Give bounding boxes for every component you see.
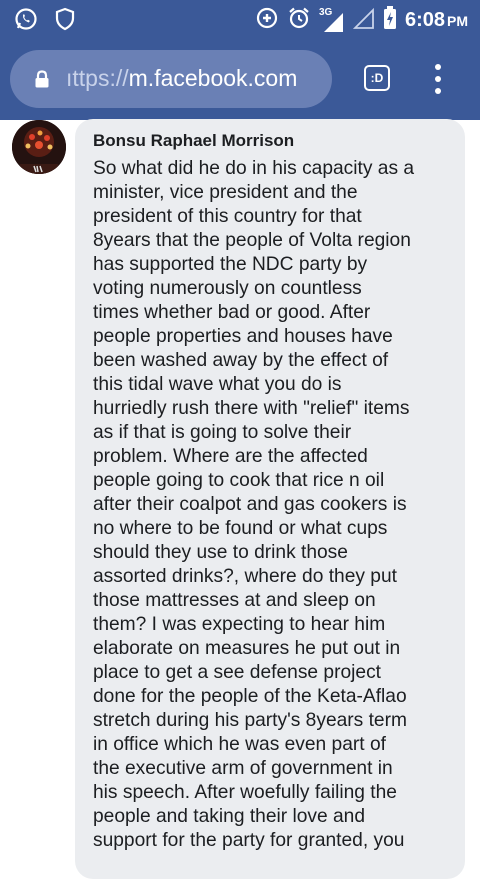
comment-line: done for the people of the Keta-Aflao [93, 686, 407, 707]
comment-line: hurriedly rush there with "relief" items [93, 398, 410, 419]
shield-icon [54, 7, 76, 36]
comment-line: no where to be found or what cups [93, 518, 388, 539]
url-bar[interactable]: ıttps://m.facebook.com [10, 50, 332, 108]
comment-line: times whether bad or good. After [93, 302, 371, 323]
comment-line: assorted drinks?, where do they put [93, 566, 397, 587]
url-host: m.facebook.com [128, 65, 298, 91]
comment-line: people and taking their love and [93, 806, 366, 827]
status-bar: 3G 6:08 PM [0, 0, 480, 38]
comment-line: stretch during his party's 8years term [93, 710, 407, 731]
comment-line: 8years that the people of Volta region [93, 230, 411, 251]
avatar[interactable] [12, 120, 66, 174]
comment-author[interactable]: Bonsu Raphael Morrison [93, 131, 294, 151]
comment-line: voting numerously on countless [93, 278, 362, 299]
url-text: ıttps://m.facebook.com [66, 65, 297, 92]
clock-time: 6:08 [404, 9, 445, 31]
comment-line: them? I was expecting to hear him [93, 614, 386, 635]
comment-line: after their coalpot and gas cookers is [93, 494, 407, 515]
comment-line: So what did he do in his capacity as a [93, 158, 415, 179]
comment-line: his speech. After woefully failing the [93, 782, 397, 803]
comment-line: has supported the NDC party by [93, 254, 368, 275]
tab-switcher-icon[interactable]: :D [364, 65, 390, 91]
comment-line: minister, vice president and the [93, 182, 358, 203]
comment-line: should they use to drink those [93, 542, 348, 563]
comment-text: So what did he do in his capacity as a m… [93, 157, 461, 853]
clock-ampm: PM [447, 13, 468, 29]
signal-empty-icon [352, 6, 375, 35]
more-menu-icon[interactable] [428, 64, 448, 94]
comment-line: people going to cook that rice n oil [93, 470, 385, 491]
browser-toolbar: ıttps://m.facebook.com :D [0, 38, 480, 120]
lock-icon [34, 70, 50, 93]
tab-switcher-label: :D [370, 71, 384, 85]
comment-line: in office which he was even part of [93, 734, 386, 755]
whatsapp-icon [14, 7, 38, 36]
signal-icon [323, 12, 343, 32]
comment-line: those mattresses at and sleep on [93, 590, 376, 611]
comment-line: people properties and houses have [93, 326, 393, 347]
comment-line: support for the party for granted, you [93, 830, 405, 851]
url-scheme: ıttps:// [66, 65, 129, 91]
comment-line: president of this country for that [93, 206, 362, 227]
comment-line: this tidal wave what you do is [93, 374, 342, 395]
comment-line: as if that is going to solve their [93, 422, 352, 443]
comment-line: problem. Where are the affected [93, 446, 368, 467]
data-saver-icon [255, 6, 279, 35]
comment-line: been washed away by the effect of [93, 350, 389, 371]
alarm-icon [287, 6, 311, 35]
comment-line: elaborate on measures he put out in [93, 638, 401, 659]
battery-charging-icon [383, 6, 397, 35]
comment-line: the executive arm of government in [93, 758, 393, 779]
comment-line: place to get a see defense project [93, 662, 382, 683]
comment-bubble: Bonsu Raphael Morrison So what did he do… [75, 119, 465, 879]
